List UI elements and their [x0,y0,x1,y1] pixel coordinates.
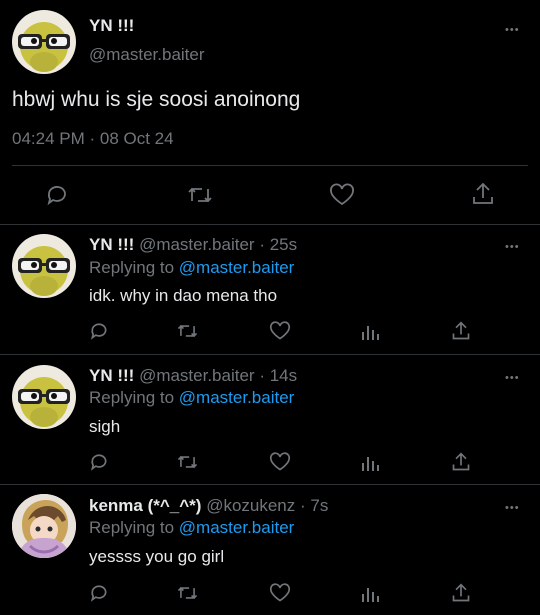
anime-character-avatar-icon [12,494,76,558]
display-name[interactable]: YN !!! [89,16,134,36]
avatar[interactable] [12,10,76,74]
analytics-icon[interactable] [360,322,380,342]
retweet-icon[interactable] [176,583,199,603]
handle[interactable]: @kozukenz [206,496,295,515]
reply-text: idk. why in dao mena tho [89,286,278,305]
share-icon[interactable] [451,582,471,604]
replying-to-label: Replying to [89,258,175,277]
reply-text: sigh [89,417,121,436]
handle[interactable]: @master.baiter [139,235,255,254]
share-icon[interactable] [451,320,471,342]
handle[interactable]: @master.baiter [139,366,255,385]
replying-to-label: Replying to [89,518,175,537]
replying-to-line: Replying to @master.baiter [89,518,294,538]
reply-icon[interactable] [45,183,69,207]
share-icon[interactable] [471,181,495,207]
tweet-age[interactable]: · 14s [259,366,297,385]
divider [12,165,528,166]
like-icon[interactable] [329,183,355,207]
avatar[interactable] [12,234,76,298]
face-avatar-icon [18,377,70,427]
reply-text: yessss you go girl [89,547,225,566]
tweet-age[interactable]: · 7s [300,496,328,515]
avatar[interactable] [12,494,76,558]
reply-header: YN !!! @master.baiter · 25s [89,235,297,255]
replying-to-line: Replying to @master.baiter [89,388,294,408]
divider [0,484,540,485]
more-options-button[interactable]: ••• [505,242,520,253]
timestamp[interactable]: 04:24 PM · 08 Oct 24 [12,129,174,149]
display-name[interactable]: kenma (*^_^*) [89,496,201,515]
reply-icon[interactable] [89,583,109,603]
replying-to-handle[interactable]: @master.baiter [179,258,295,277]
replying-to-label: Replying to [89,388,175,407]
tweet-text: hbwj whu is sje soosi anoinong [12,88,301,111]
avatar[interactable] [12,365,76,429]
display-name[interactable]: YN !!! [89,366,134,385]
display-name[interactable]: YN !!! [89,235,134,254]
handle[interactable]: @master.baiter [89,45,205,65]
replying-to-line: Replying to @master.baiter [89,258,294,278]
retweet-icon[interactable] [176,321,199,341]
more-options-button[interactable]: ••• [505,503,520,514]
retweet-icon[interactable] [176,452,199,472]
reply-icon[interactable] [89,321,109,341]
reply-icon[interactable] [89,452,109,472]
replying-to-handle[interactable]: @master.baiter [179,518,295,537]
more-options-button[interactable]: ••• [505,373,520,384]
analytics-icon[interactable] [360,453,380,473]
divider [0,224,540,225]
more-options-button[interactable]: ••• [505,25,520,36]
tweet-age[interactable]: · 25s [259,235,297,254]
like-icon[interactable] [269,583,291,603]
like-icon[interactable] [269,452,291,472]
replying-to-handle[interactable]: @master.baiter [179,388,295,407]
face-avatar-icon [18,22,70,72]
reply-header: YN !!! @master.baiter · 14s [89,366,297,386]
face-avatar-icon [18,246,70,296]
reply-header: kenma (*^_^*) @kozukenz · 7s [89,496,328,516]
share-icon[interactable] [451,451,471,473]
divider [0,354,540,355]
retweet-icon[interactable] [186,183,214,207]
analytics-icon[interactable] [360,584,380,604]
like-icon[interactable] [269,321,291,341]
